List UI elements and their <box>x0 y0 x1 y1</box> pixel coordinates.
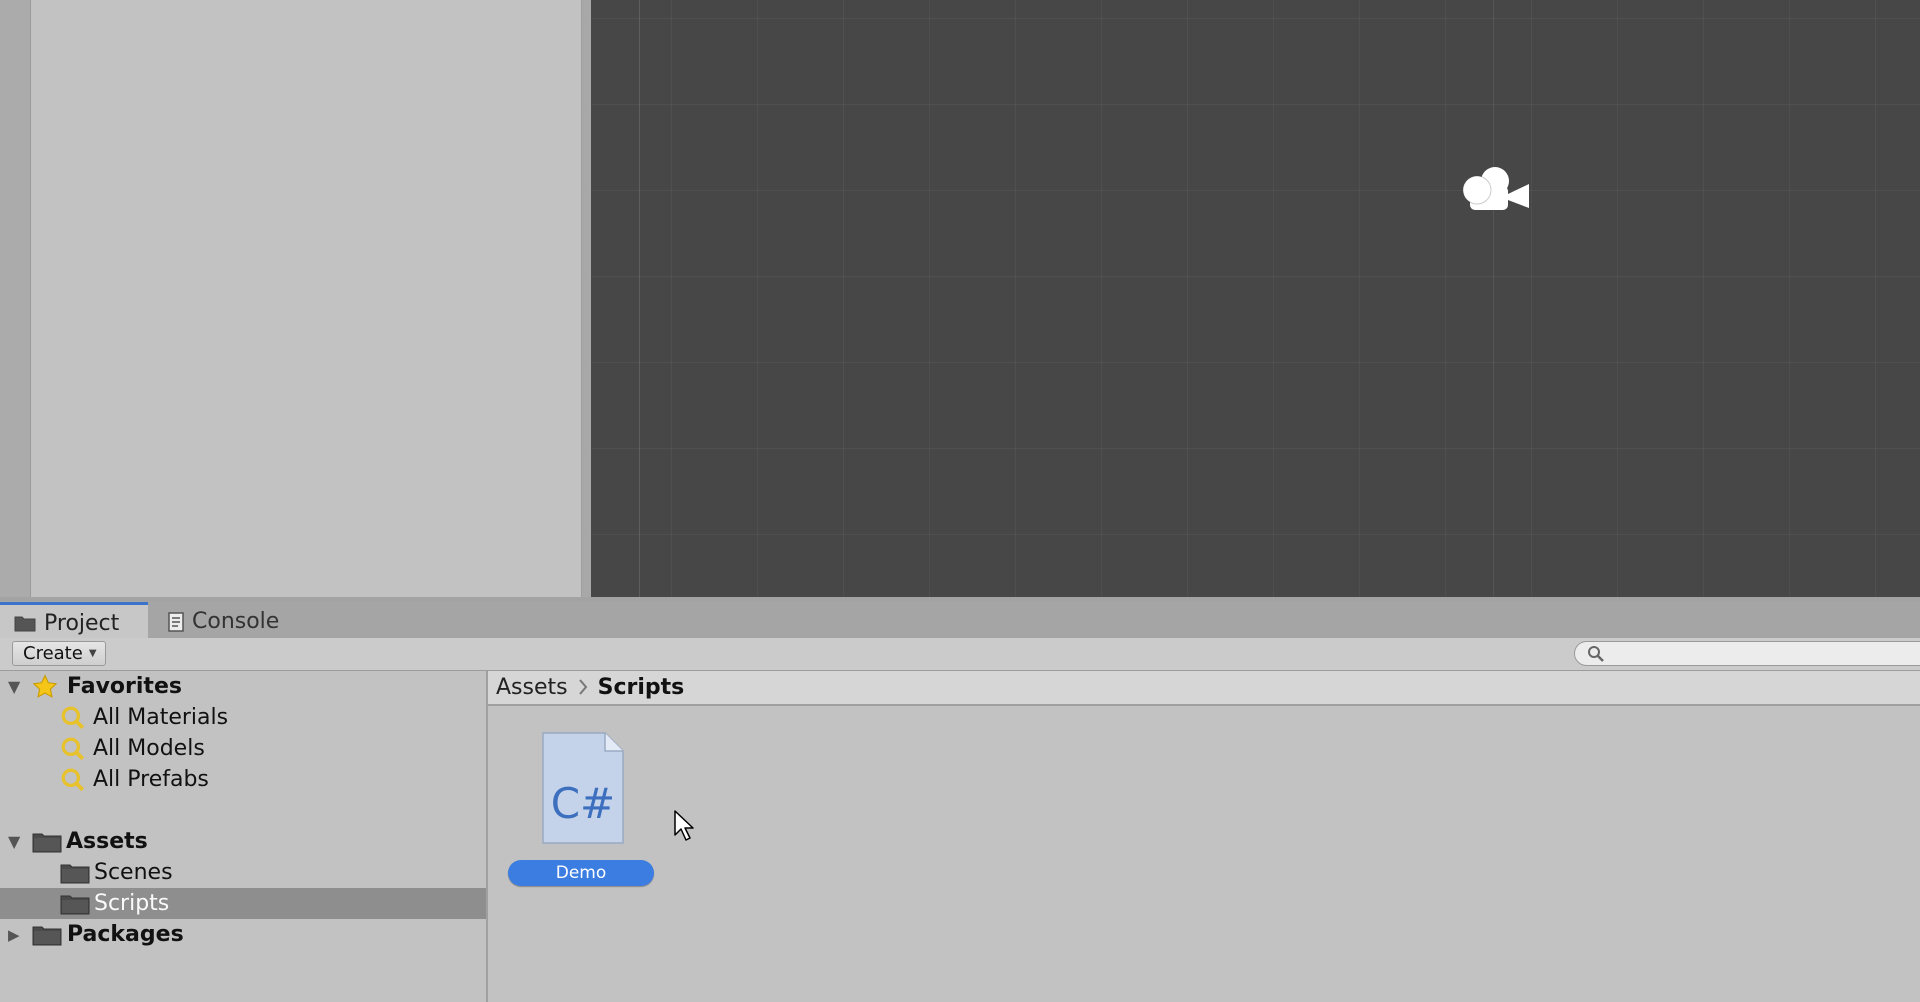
tree-favorites-label: Favorites <box>67 674 182 699</box>
project-folder-tree: ▼ Favorites All Materials All Models All… <box>0 671 488 1002</box>
tree-item-all-materials[interactable]: All Materials <box>0 702 486 733</box>
asset-file-label[interactable]: Demo <box>508 860 654 886</box>
tab-console[interactable]: Console <box>160 605 300 638</box>
tree-item-label: All Materials <box>93 705 229 730</box>
breadcrumb-scripts[interactable]: Scripts <box>598 675 685 700</box>
create-dropdown-button[interactable]: Create ▼ <box>12 641 106 666</box>
tab-project-label: Project <box>44 610 120 636</box>
scene-grid-axis <box>639 0 640 597</box>
left-gutter <box>0 0 31 597</box>
folder-icon <box>60 862 90 884</box>
collapse-arrow-icon[interactable]: ▶ <box>8 926 20 944</box>
tree-packages[interactable]: ▶ Packages <box>0 919 486 950</box>
folder-icon <box>60 893 90 915</box>
tree-item-label: All Prefabs <box>93 767 209 792</box>
search-input[interactable] <box>1574 641 1920 666</box>
search-filter-icon <box>60 736 86 762</box>
tree-assets[interactable]: ▼ Assets <box>0 826 486 857</box>
tree-item-all-prefabs[interactable]: All Prefabs <box>0 764 486 795</box>
tree-item-label: All Models <box>93 736 205 761</box>
tree-item-label: Scripts <box>94 891 170 916</box>
asset-grid[interactable]: C# Demo <box>488 706 1920 1002</box>
project-tabbar: Project Console <box>0 601 1920 641</box>
tree-favorites[interactable]: ▼ Favorites <box>0 671 486 702</box>
file-type-glyph: C# <box>551 779 616 828</box>
expand-arrow-icon[interactable]: ▼ <box>8 677 20 696</box>
tab-project[interactable]: Project <box>0 602 148 641</box>
panel-splitter[interactable] <box>582 0 591 597</box>
folder-icon <box>14 614 36 632</box>
tree-packages-label: Packages <box>67 922 184 947</box>
create-label: Create <box>23 643 83 664</box>
tree-item-all-models[interactable]: All Models <box>0 733 486 764</box>
tree-assets-label: Assets <box>66 829 148 854</box>
asset-file-demo[interactable]: C# Demo <box>508 732 656 888</box>
chevron-right-icon <box>578 676 588 700</box>
dropdown-caret-icon: ▼ <box>88 648 97 659</box>
star-icon <box>32 673 58 700</box>
scene-grid-line <box>1493 0 1494 597</box>
csharp-script-icon: C# <box>542 732 624 844</box>
mouse-cursor-icon <box>674 810 694 841</box>
search-filter-icon <box>60 767 86 793</box>
camera-gizmo-icon[interactable] <box>1457 160 1533 218</box>
expand-arrow-icon[interactable]: ▼ <box>8 832 20 851</box>
tab-console-label: Console <box>192 609 280 634</box>
folder-icon <box>32 924 62 946</box>
tree-item-scenes[interactable]: Scenes <box>0 857 486 888</box>
console-icon <box>168 611 184 632</box>
project-toolbar: Create ▼ <box>0 638 1920 671</box>
search-filter-icon <box>60 705 86 731</box>
hierarchy-panel[interactable] <box>31 0 582 597</box>
scene-view[interactable] <box>591 0 1920 597</box>
breadcrumb-assets[interactable]: Assets <box>496 675 568 700</box>
breadcrumb: Assets Scripts <box>488 671 1920 706</box>
tree-item-scripts[interactable]: Scripts <box>0 888 486 919</box>
tree-item-label: Scenes <box>94 860 173 885</box>
search-icon <box>1587 645 1605 667</box>
folder-icon <box>32 831 62 853</box>
